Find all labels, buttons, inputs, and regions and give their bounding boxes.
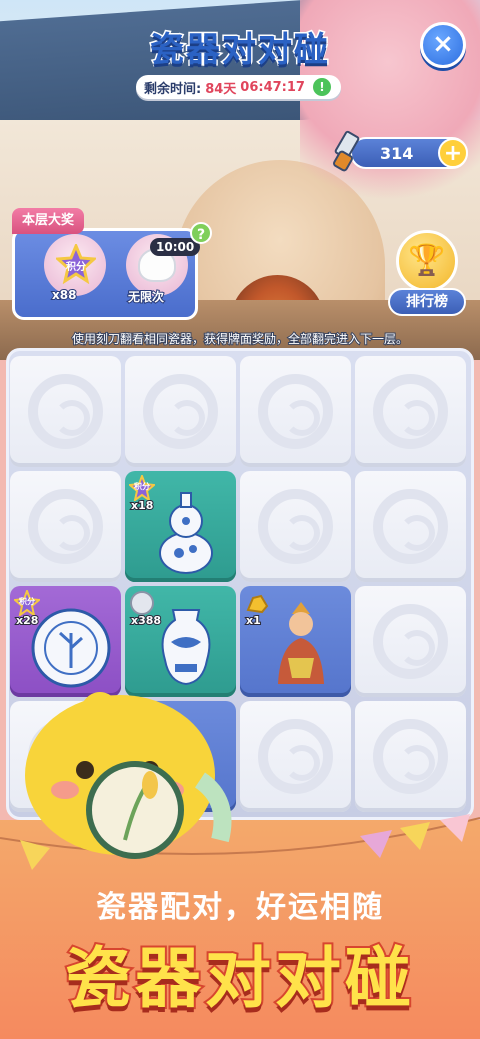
swirl-pattern-icon	[373, 604, 448, 679]
swirl-pattern-icon	[143, 374, 218, 449]
prize-item-unlimited-label: 无限次	[127, 289, 165, 305]
tile-closed[interactable]	[240, 471, 351, 582]
tile-open[interactable]: x1	[240, 586, 351, 697]
ranking-label: 排行榜	[388, 288, 466, 316]
swirl-pattern-icon	[373, 374, 448, 449]
trophy-icon: 🏆	[396, 230, 458, 292]
instruction-text: 使用刻刀翻看相同瓷器，获得牌面奖励，全部翻完进入下一层。	[71, 331, 409, 347]
swirl-pattern-icon	[258, 489, 333, 564]
tile-open[interactable]: 积分 x18	[125, 471, 236, 582]
tile-count: x1	[245, 613, 262, 628]
add-currency-button[interactable]: +	[438, 138, 468, 168]
figurine-icon	[278, 602, 324, 684]
carving-knife-counter: 314 +	[330, 130, 470, 172]
gourd-vase-icon	[159, 492, 213, 574]
slogan: 瓷器配对，好运相随	[96, 890, 384, 925]
tile-closed[interactable]	[355, 586, 466, 697]
tile-closed[interactable]	[10, 356, 121, 467]
help-icon[interactable]: ?	[190, 222, 212, 244]
tile-closed[interactable]	[10, 471, 121, 582]
tile-closed[interactable]	[355, 471, 466, 582]
tile-closed[interactable]	[355, 356, 466, 467]
mascot-chick	[25, 692, 232, 859]
close-button[interactable]: ×	[420, 22, 466, 68]
swirl-pattern-icon	[373, 719, 448, 794]
swirl-pattern-icon	[28, 374, 103, 449]
countdown-timer: 剩余时间: 84天 06:47:17 !	[136, 75, 341, 99]
knife-icon	[333, 130, 360, 172]
timer-label: 剩余时间:	[144, 81, 202, 97]
big-title: 瓷器对对碰	[63, 938, 415, 1019]
prize-item-points-count: x88	[51, 287, 77, 303]
tile-closed[interactable]	[240, 356, 351, 467]
timer-days: 84天	[205, 81, 237, 97]
timer-clock: 06:47:17	[240, 79, 305, 95]
tile-closed[interactable]	[240, 701, 351, 812]
swirl-pattern-icon	[258, 374, 333, 449]
tile-closed[interactable]	[125, 356, 236, 467]
swirl-pattern-icon	[28, 489, 103, 564]
points-star-text: 积分	[66, 260, 86, 273]
game-title: 瓷器对对碰	[149, 29, 330, 72]
tile-closed[interactable]	[355, 701, 466, 812]
prize-tag: 本层大奖	[12, 208, 85, 234]
points-star-icon: 积分	[56, 244, 96, 284]
ranking-button[interactable]: 🏆 排行榜	[388, 230, 466, 322]
swirl-pattern-icon	[258, 719, 333, 794]
floor-grand-prize: 本层大奖 积分 x88 10:00 无限次 ?	[12, 208, 212, 320]
currency-value: 314	[380, 144, 414, 163]
alert-icon[interactable]: !	[312, 78, 331, 96]
swirl-pattern-icon	[373, 489, 448, 564]
